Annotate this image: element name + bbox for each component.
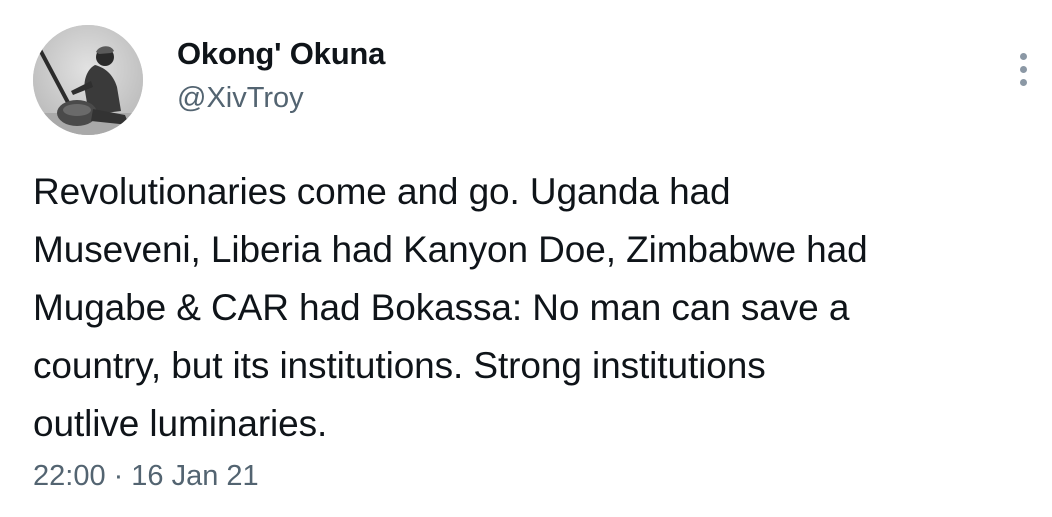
avatar-photo bbox=[33, 25, 143, 135]
tweet-text-line: country, but its institutions. Strong in… bbox=[33, 345, 766, 386]
more-vertical-icon bbox=[1020, 53, 1027, 60]
more-vertical-icon-dot bbox=[1020, 66, 1027, 73]
tweet-card: Okong' Okuna @XivTroy Revolutionaries co… bbox=[0, 0, 1052, 517]
tweet-time[interactable]: 22:00 bbox=[33, 460, 106, 492]
author-avatar[interactable] bbox=[33, 25, 143, 135]
tweet-text-line: Museveni, Liberia had Kanyon Doe, Zimbab… bbox=[33, 229, 868, 270]
tweet-text-line: Revolutionaries come and go. Uganda had bbox=[33, 171, 731, 212]
timestamp-separator: · bbox=[113, 460, 124, 492]
more-vertical-icon-dot bbox=[1020, 79, 1027, 86]
tweet-text-line: Mugabe & CAR had Bokassa: No man can sav… bbox=[33, 287, 850, 328]
tweet-text-line: outlive luminaries. bbox=[33, 403, 328, 444]
tweet-date[interactable]: 16 Jan 21 bbox=[131, 460, 258, 492]
tweet-text: Revolutionaries come and go. Uganda had … bbox=[33, 163, 1038, 453]
tweet-timestamp: 22:00 · 16 Jan 21 bbox=[33, 460, 259, 493]
author-display-name[interactable]: Okong' Okuna bbox=[177, 36, 385, 72]
author-handle[interactable]: @XivTroy bbox=[177, 82, 304, 115]
more-options-button[interactable] bbox=[1008, 50, 1040, 90]
